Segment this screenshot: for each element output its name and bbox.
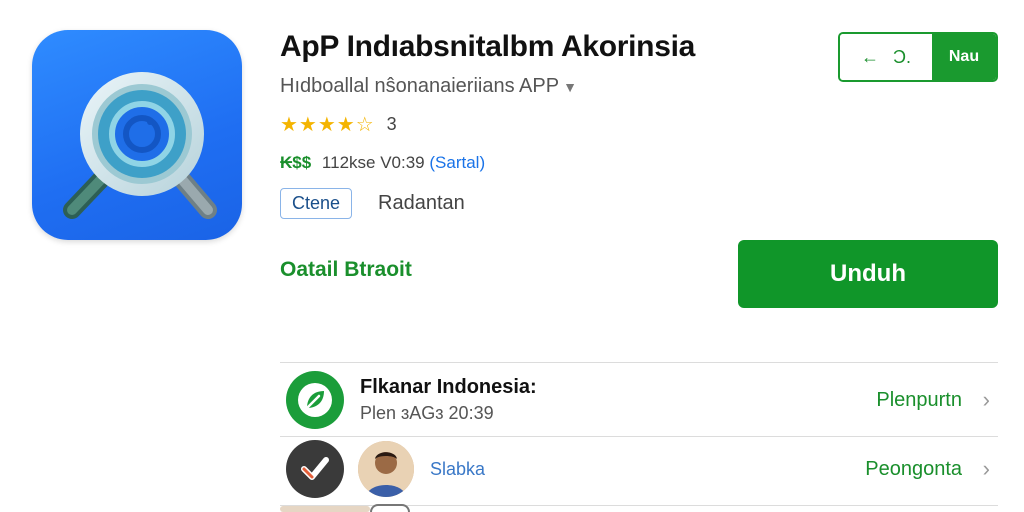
subtitle-text: Hıdboallal nŝonanaieriians APP — [280, 75, 560, 97]
app-developer-subtitle[interactable]: Hıdboallal nŝonanaieriians APP ▼ — [280, 75, 577, 98]
checkmark-icon — [286, 440, 344, 498]
chevron-down-icon: ▼ — [563, 78, 577, 95]
magnifier-icon — [63, 72, 217, 219]
rating-row: ★★★★☆ 3 — [280, 112, 397, 137]
chevron-right-icon: › — [982, 387, 990, 412]
star-rating-icon: ★★★★☆ — [280, 114, 375, 136]
details-link[interactable]: Oatail Btraoit — [280, 258, 412, 282]
install-button[interactable]: Unduh — [738, 240, 998, 308]
leaf-icon — [298, 383, 332, 417]
person-avatar-icon — [358, 441, 414, 497]
developer-name: Flkanar Indonesia: — [360, 376, 537, 398]
developer-logo-icon — [286, 371, 344, 429]
app-title: ApP Indıabsnitalbm Akorinsia — [280, 30, 696, 63]
review-row[interactable]: Slabka Peongonta › — [280, 438, 998, 500]
tag-text: Radantan — [378, 192, 465, 214]
developer-action-link[interactable]: Plenpurtn — [876, 389, 962, 412]
review-action-link[interactable]: Peongonta — [865, 458, 962, 481]
chevron-right-icon: › — [982, 456, 990, 481]
meta-link[interactable]: (Sartal) — [429, 153, 485, 172]
developer-row[interactable]: Flkanar Indonesia: Plen ɜAGɜ 20:39 Plenp… — [280, 370, 998, 430]
share-control[interactable]: ← Ɔ. Nau — [838, 32, 998, 82]
arrow-left-icon: ← — [861, 46, 879, 67]
developer-sub: Plen ɜAGɜ 20:39 — [360, 403, 494, 423]
tag-row: Ctene Radantan — [280, 188, 465, 219]
check-icon — [301, 457, 329, 480]
divider — [280, 362, 998, 363]
partial-thumbnail — [280, 506, 370, 512]
partial-row — [280, 504, 998, 512]
share-letter: Ɔ. — [893, 46, 911, 67]
category-tag[interactable]: Ctene — [280, 188, 353, 219]
rating-value: 3 — [386, 114, 397, 134]
avatar — [358, 441, 414, 497]
app-meta-line: ₭$$ 112kse V0:39 (Sartal) — [280, 153, 485, 173]
price-label: ₭$$ — [280, 153, 312, 172]
partial-avatar — [370, 504, 410, 512]
developer-text: Flkanar Indonesia: Plen ɜAGɜ 20:39 — [360, 376, 537, 424]
review-label: Slabka — [430, 458, 486, 479]
size-version-label: 112kse V0:39 — [321, 153, 425, 172]
share-left[interactable]: ← Ɔ. — [840, 34, 932, 80]
app-icon — [32, 30, 242, 240]
share-right-button[interactable]: Nau — [932, 34, 996, 80]
divider — [280, 436, 998, 437]
